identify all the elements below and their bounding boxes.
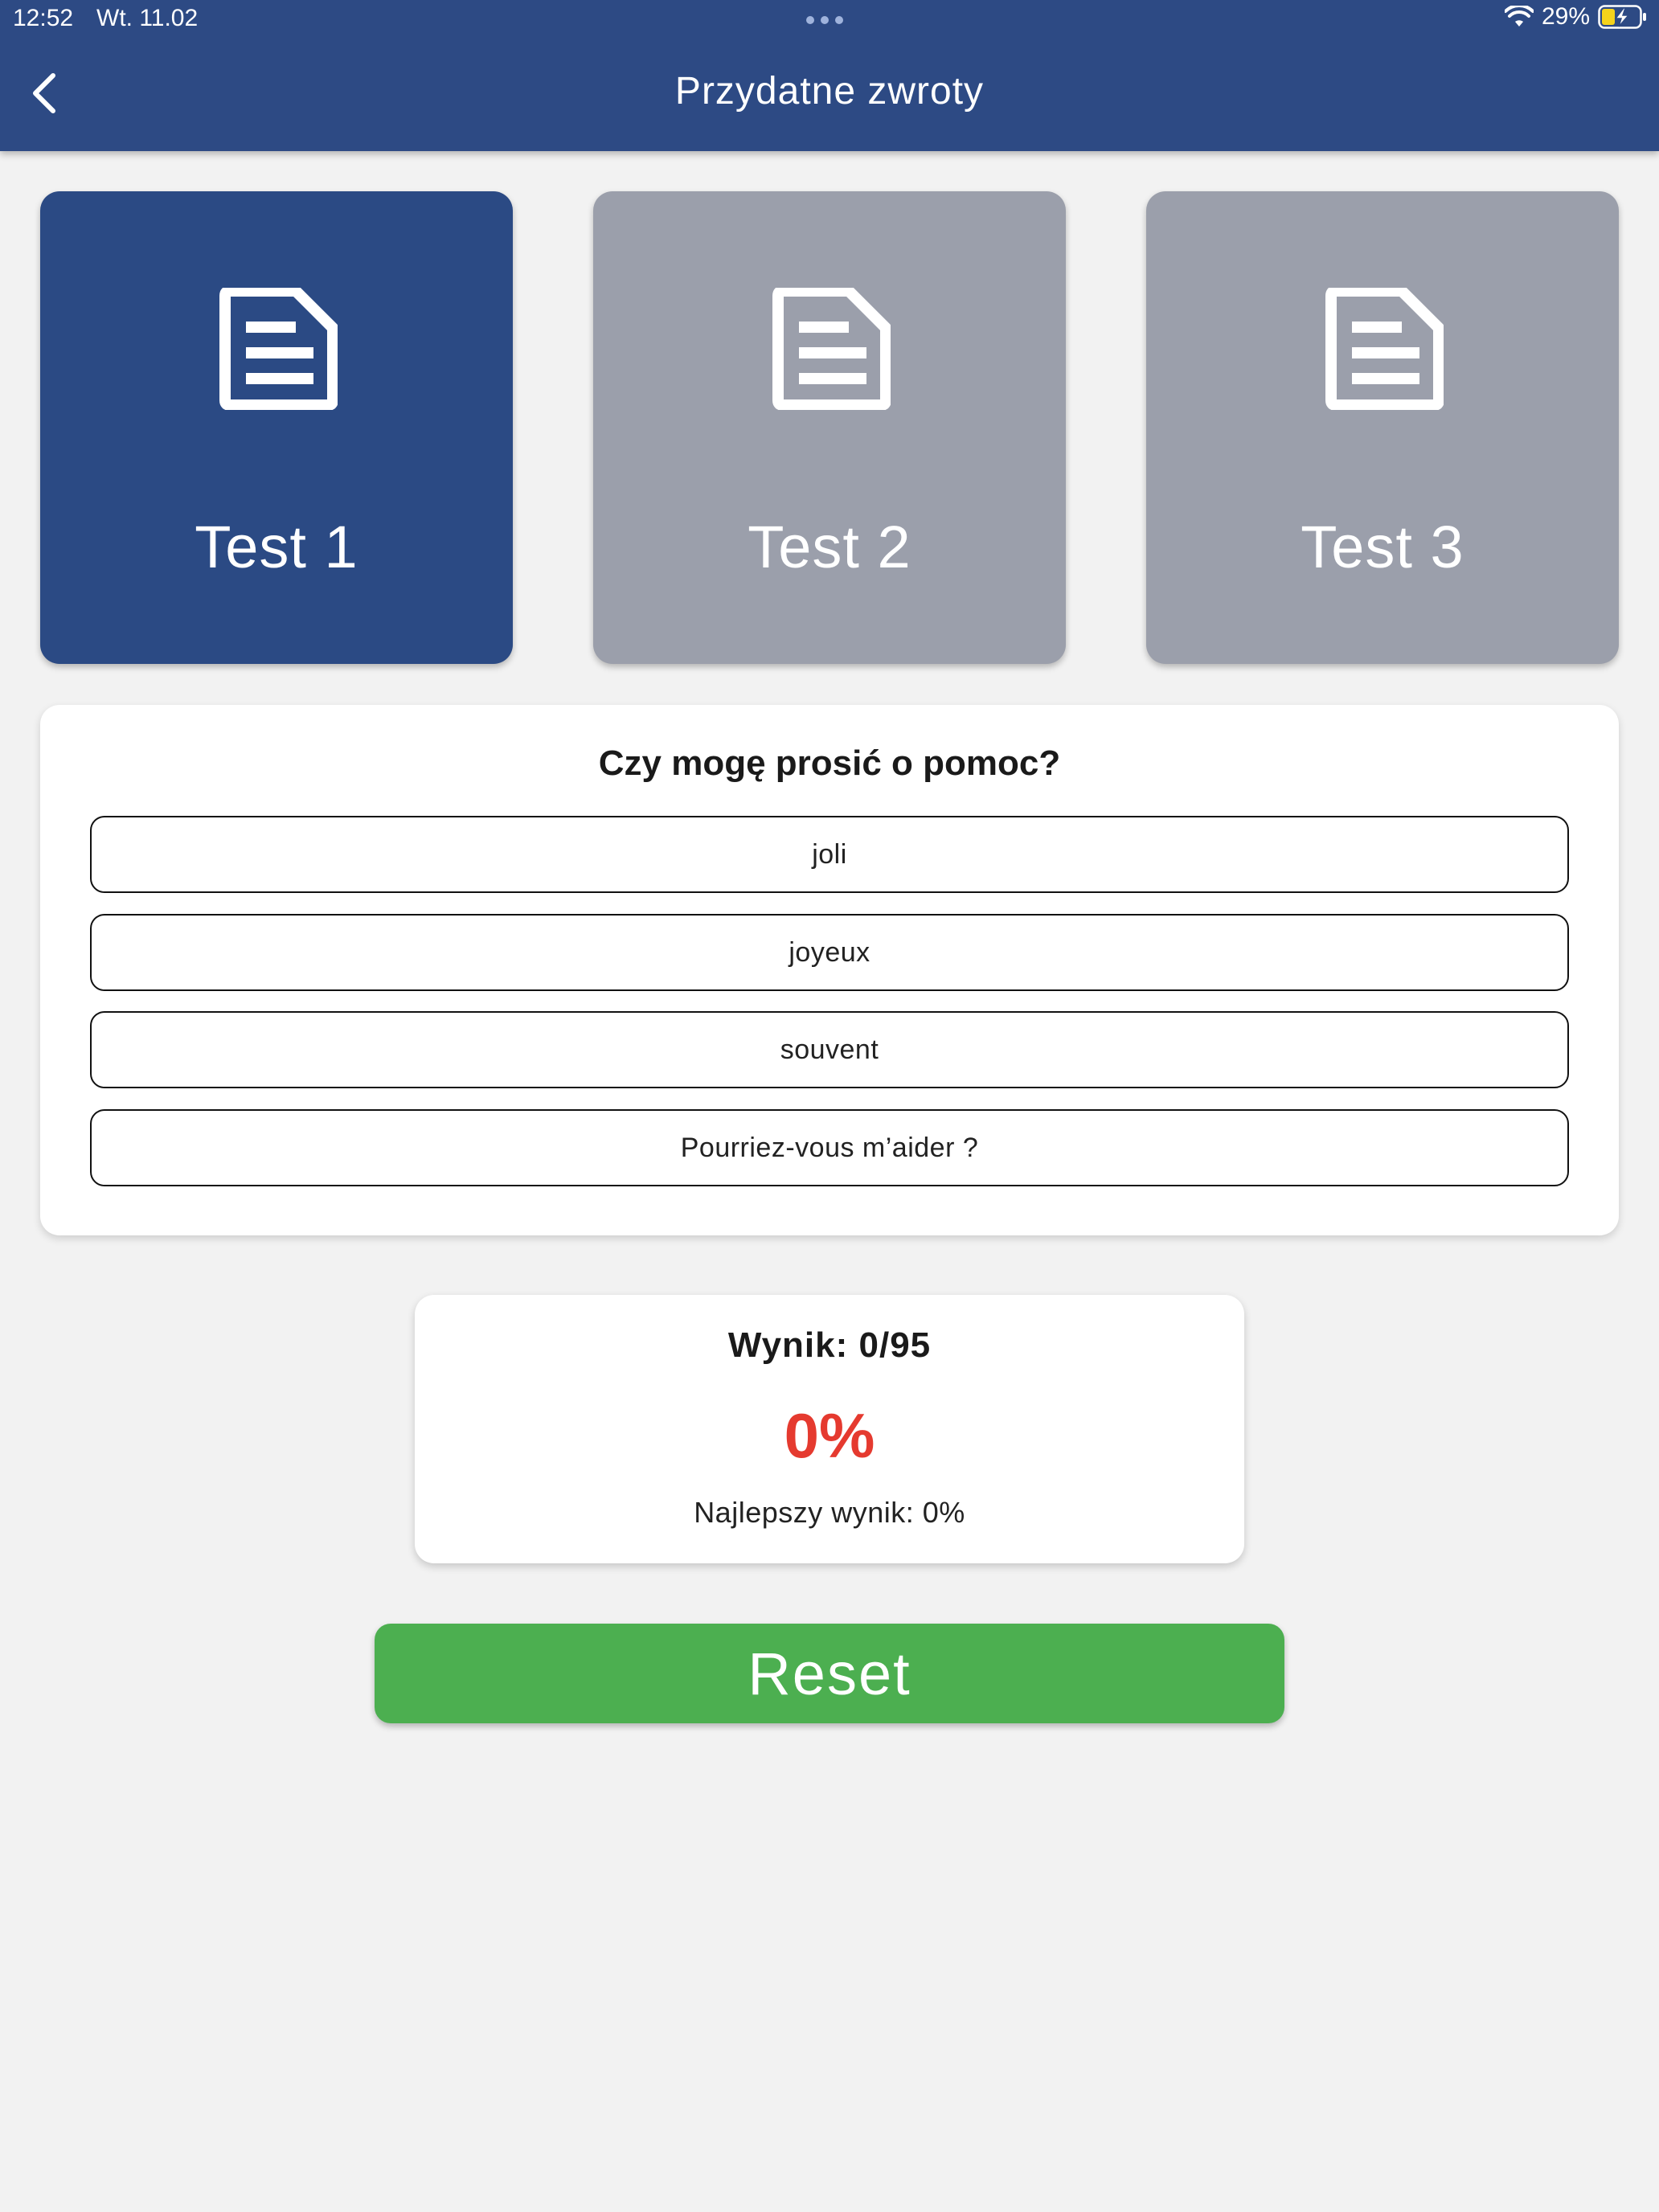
document-icon [219,288,338,410]
battery-percent: 29% [1541,3,1590,30]
top-bar: 12:52 Wt. 11.02 29% Przydatne zwroty [0,0,1659,151]
status-time: 12:52 [13,5,74,31]
multitasking-dots-icon[interactable] [806,16,843,24]
answer-option-2[interactable]: joyeux [90,914,1569,991]
test-1-button[interactable]: Test 1 [40,191,513,664]
status-indicators: 29% [1504,3,1648,31]
question-card: Czy mogę prosić o pomoc? joli joyeux sou… [40,705,1619,1235]
page-title: Przydatne zwroty [674,70,985,113]
reset-button[interactable]: Reset [375,1624,1284,1723]
test-3-label: Test 3 [1301,514,1464,580]
document-icon [772,288,891,410]
test-2-button[interactable]: Test 2 [593,191,1066,664]
document-icon [1325,288,1444,410]
test-3-button[interactable]: Test 3 [1146,191,1619,664]
score-percent: 0% [784,1400,875,1471]
answer-option-3[interactable]: souvent [90,1011,1569,1088]
battery-charging-icon [1598,5,1646,29]
test-1-label: Test 1 [195,514,358,580]
wifi-icon [1504,6,1534,27]
answer-option-1[interactable]: joli [90,816,1569,893]
test-selector: Test 1 Test 2 Test 3 [40,191,1619,664]
answer-option-4[interactable]: Pourriez-vous m’aider ? [90,1109,1569,1186]
test-2-label: Test 2 [748,514,911,580]
score-label: Wynik: 0/95 [727,1325,932,1365]
best-score: Najlepszy wynik: 0% [694,1496,965,1529]
question-text: Czy mogę prosić o pomoc? [598,743,1061,783]
status-date: Wt. 11.02 [96,5,199,31]
score-card: Wynik: 0/95 0% Najlepszy wynik: 0% [415,1295,1244,1563]
